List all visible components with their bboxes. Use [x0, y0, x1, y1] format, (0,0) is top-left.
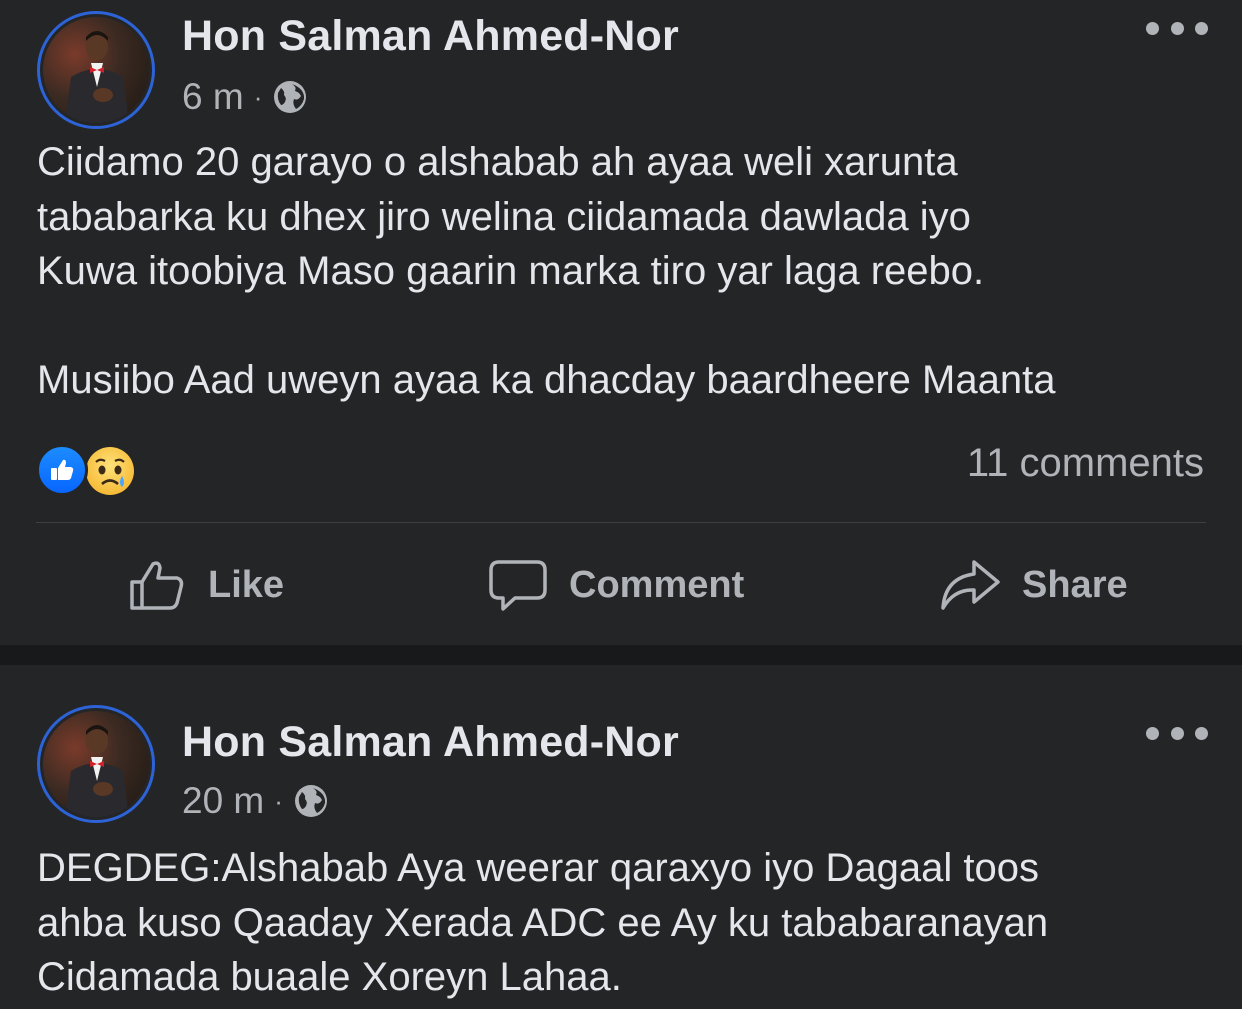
- post-card: Hon Salman Ahmed-Nor 6 m · Ciidamo 20 ga…: [0, 0, 1242, 645]
- post-time[interactable]: 6 m: [182, 76, 244, 118]
- like-button[interactable]: Like: [128, 540, 284, 630]
- globe-icon: [274, 81, 307, 113]
- author-avatar[interactable]: [37, 705, 155, 823]
- meta-separator: ·: [253, 81, 263, 112]
- post-body: DEGDEG:Alshabab Aya weerar qaraxyo iyo D…: [37, 846, 1049, 999]
- avatar-photo: [43, 17, 149, 123]
- author-name[interactable]: Hon Salman Ahmed-Nor: [182, 12, 679, 61]
- author-avatar[interactable]: [37, 11, 155, 129]
- comment-label: Comment: [569, 563, 745, 606]
- like-label: Like: [208, 563, 285, 606]
- more-options-icon[interactable]: [1146, 14, 1208, 42]
- like-reaction-icon: [36, 444, 88, 496]
- thumbs-up-icon: [130, 561, 184, 610]
- globe-icon: [294, 785, 327, 817]
- comment-bubble-icon: [489, 560, 547, 611]
- post-time[interactable]: 20 m: [182, 780, 264, 822]
- avatar-photo: [43, 711, 149, 817]
- meta-separator: ·: [274, 785, 283, 816]
- share-button[interactable]: Share: [940, 540, 1128, 630]
- share-arrow-icon: [941, 560, 1000, 610]
- post-actions: Like Comment Share: [0, 540, 1242, 630]
- feed-separator: [0, 645, 1242, 665]
- author-name[interactable]: Hon Salman Ahmed-Nor: [182, 718, 679, 767]
- reactions-summary[interactable]: [36, 441, 138, 499]
- comments-count[interactable]: 11 comments: [967, 441, 1204, 486]
- comment-button[interactable]: Comment: [489, 540, 744, 630]
- post-meta: 6 m ·: [182, 75, 308, 119]
- post-meta: 20 m ·: [182, 779, 329, 823]
- more-options-icon[interactable]: [1146, 719, 1208, 747]
- sad-reaction-icon: [82, 443, 138, 499]
- post-body: Ciidamo 20 garayo o alshabab ah ayaa wel…: [37, 140, 1056, 402]
- post-card: Hon Salman Ahmed-Nor 20 m · DEGDEG:Alsha…: [0, 665, 1242, 1009]
- divider: [36, 522, 1206, 523]
- share-label: Share: [1022, 563, 1128, 606]
